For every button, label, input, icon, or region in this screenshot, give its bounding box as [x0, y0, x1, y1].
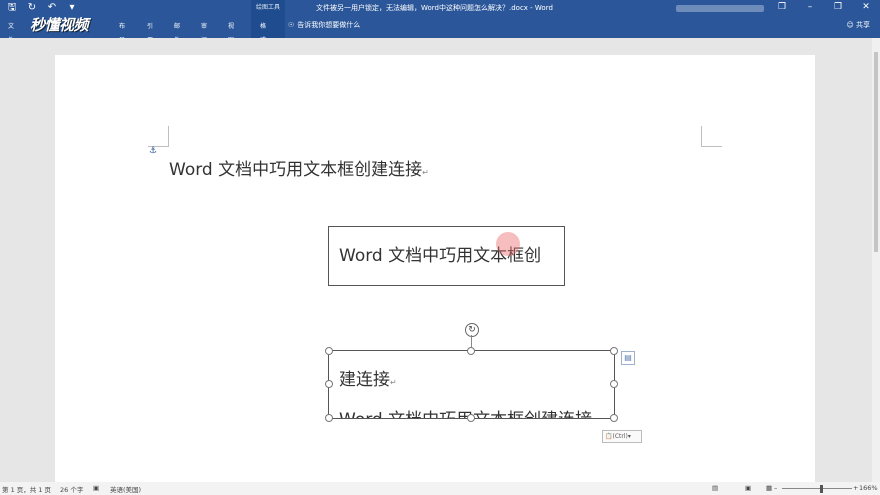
tab-references[interactable]: 引用 [141, 20, 159, 44]
word-count[interactable]: 26 个字 [60, 484, 83, 494]
zoom-level[interactable]: 166% [859, 484, 878, 492]
repeat-icon[interactable]: ↻ [26, 2, 38, 14]
lightbulb-icon: ☉ [288, 21, 295, 29]
save-icon[interactable]: 🖫 [6, 2, 18, 14]
vertical-scrollbar[interactable] [872, 38, 880, 482]
zoom-slider-thumb[interactable] [820, 485, 823, 493]
window-controls: ❐ – ❐ ✕ [776, 2, 872, 12]
context-group-label: 绘图工具 [255, 4, 280, 11]
web-layout-icon[interactable]: ▦ [766, 484, 772, 492]
tab-review[interactable]: 审阅 [195, 20, 213, 44]
tab-mailings[interactable]: 邮件 [168, 20, 186, 44]
zoom-out-icon[interactable]: – [774, 484, 777, 492]
resize-handle-bottom-right[interactable] [610, 414, 618, 422]
resize-handle-bottom-left[interactable] [325, 414, 333, 422]
restore-icon[interactable]: ❐ [832, 2, 844, 12]
ribbon-display-options-icon[interactable]: ❐ [776, 2, 788, 12]
watermark-logo: 秒懂视频 [30, 16, 89, 34]
tab-file[interactable]: 文件 [2, 20, 20, 44]
proofing-icon[interactable]: ▣ [93, 484, 99, 492]
textbox-2-line-1: 建连接↵ [339, 370, 397, 390]
textbox-2[interactable]: 建连接↵ Word 文档中巧用文本框创建连接 [328, 350, 615, 419]
customize-icon[interactable]: ▾ [66, 2, 78, 14]
rotate-handle-line [471, 335, 472, 347]
page-count[interactable]: 第 1 页，共 1 页 [2, 484, 51, 494]
quick-access-toolbar: 🖫 ↻ ↶ ▾ [6, 2, 78, 14]
chevron-down-icon: ▾ [627, 433, 631, 440]
zoom-slider[interactable] [782, 488, 852, 489]
paste-options-label: (Ctrl) [612, 433, 628, 440]
paragraph-mark: ↵ [422, 168, 429, 177]
paragraph-text[interactable]: Word 文档中巧用文本框创建连接↵ [169, 155, 429, 180]
language[interactable]: 英语(美国) [110, 484, 141, 494]
textbox-2-line-2: Word 文档中巧用文本框创建连接 [339, 405, 592, 418]
undo-icon[interactable]: ↶ [46, 2, 58, 14]
tell-me-box[interactable]: ☉ 告诉我你想要做什么 [288, 20, 360, 30]
resize-handle-left[interactable] [325, 380, 333, 388]
mouse-cursor-highlight [496, 232, 520, 256]
resize-handle-right[interactable] [610, 380, 618, 388]
resize-handle-top[interactable] [467, 347, 475, 355]
person-icon: ☺ [846, 21, 854, 29]
tab-layout[interactable]: 布局 [113, 20, 131, 44]
print-layout-icon[interactable]: ▣ [745, 484, 751, 492]
minimize-icon[interactable]: – [804, 2, 816, 12]
tell-me-text: 告诉我你想要做什么 [297, 21, 361, 29]
account-name-blurred [676, 5, 764, 12]
textbox-1[interactable]: Word 文档中巧用文本框创 [328, 226, 565, 286]
close-icon[interactable]: ✕ [860, 2, 872, 12]
margin-corner-top-right [701, 126, 722, 147]
resize-handle-bottom[interactable] [467, 414, 475, 422]
paragraph-1: Word 文档中巧用文本框创建连接 [169, 160, 423, 180]
scrollbar-thumb[interactable] [874, 52, 878, 252]
share-label: 共享 [856, 21, 870, 29]
anchor-icon: ⚓ [149, 146, 158, 156]
resize-handle-top-left[interactable] [325, 347, 333, 355]
window-title: 文件被另一用户锁定，无法编辑，Word中这种问题怎么解决？.docx - Wor… [316, 4, 553, 12]
rotate-handle-icon[interactable]: ↻ [465, 323, 479, 337]
resize-handle-top-right[interactable] [610, 347, 618, 355]
layout-options-icon[interactable]: ▤ [621, 351, 635, 365]
read-mode-icon[interactable]: ▤ [712, 484, 718, 492]
margin-corner-top-left [148, 126, 169, 147]
tab-format[interactable]: 格式 [254, 20, 273, 44]
status-bar: 第 1 页，共 1 页 26 个字 ▣ 英语(美国) ▤ ▣ ▦ – + 166… [0, 482, 880, 495]
tab-view[interactable]: 视图 [222, 20, 240, 44]
title-bar: 🖫 ↻ ↶ ▾ 绘图工具 文件被另一用户锁定，无法编辑，Word中这种问题怎么解… [0, 0, 880, 44]
share-button[interactable]: ☺ 共享 [846, 20, 870, 30]
paste-options-button[interactable]: 📋(Ctrl)▾ [602, 430, 642, 443]
zoom-in-icon[interactable]: + [853, 484, 858, 492]
